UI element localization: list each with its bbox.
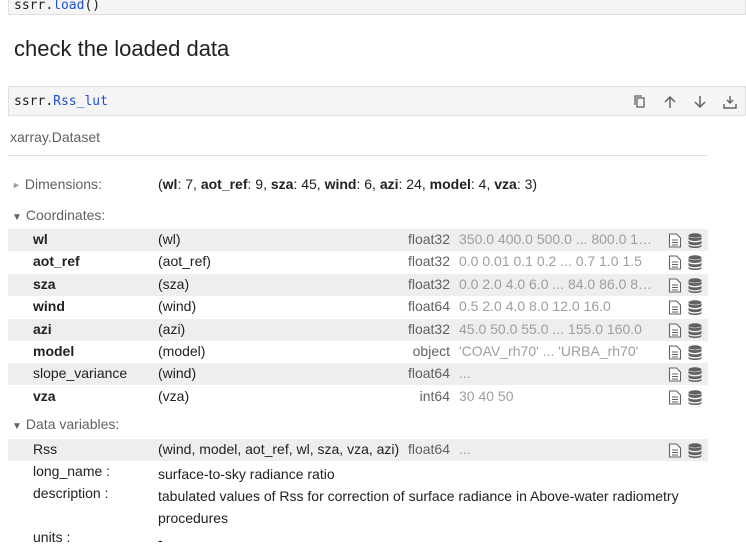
variable-dims: (wl) <box>158 231 181 247</box>
variable-name: aot_ref <box>33 253 80 269</box>
variable-dtype: float64 <box>407 365 450 381</box>
collapse-triangle-icon: ▼ <box>12 212 22 223</box>
show-attributes-icon[interactable] <box>668 300 682 315</box>
variable-preview: ... <box>459 365 471 381</box>
attribute-key: long_name : <box>33 463 111 479</box>
variable-dtype: float32 <box>407 276 450 292</box>
arrow-up-icon[interactable] <box>655 90 685 114</box>
variable-dtype: float32 <box>407 321 450 337</box>
variable-preview: 0.0 0.01 0.1 0.2 ... 0.7 1.0 1.5 <box>459 253 642 269</box>
variable-name: sza <box>33 276 56 292</box>
variable-dims: (wind) <box>158 298 197 314</box>
show-data-icon[interactable] <box>687 232 703 248</box>
variable-name: Rss <box>33 441 58 457</box>
variable-dtype: float32 <box>407 253 450 269</box>
copy-icon[interactable] <box>625 90 655 114</box>
variable-row: Rss (wind, model, aot_ref, wl, sza, vza, … <box>8 439 708 461</box>
variable-name: wl <box>33 231 48 247</box>
dimensions-list: (wl: 7, aot_ref: 9, sza: 45, wind: 6, az… <box>158 176 538 192</box>
variable-name: slope_variance <box>33 365 128 381</box>
variable-dims: (model) <box>158 343 206 359</box>
variable-row: model (model) object 'COAV_rh70' ... 'URBA_… <box>8 341 708 363</box>
variable-row: slope_variance (wind) float64... <box>8 363 708 385</box>
variable-dims: (azi) <box>158 321 186 337</box>
previous-code-text: ssrr.load() <box>14 0 101 13</box>
show-attributes-icon[interactable] <box>668 390 682 405</box>
variable-preview: 30 40 50 <box>459 388 514 404</box>
variable-dims: (vza) <box>158 388 190 404</box>
variable-preview: 45.0 50.0 55.0 ... 155.0 160.0 <box>459 321 642 337</box>
show-attributes-icon[interactable] <box>668 233 682 248</box>
show-data-icon[interactable] <box>687 322 703 338</box>
show-attributes-icon[interactable] <box>668 443 682 458</box>
header-divider <box>8 155 708 156</box>
show-data-icon[interactable] <box>687 389 703 405</box>
show-attributes-icon[interactable] <box>668 278 682 293</box>
variable-dims: (wind) <box>158 365 197 381</box>
coordinates-toggle[interactable]: ▼ Coordinates: <box>12 207 105 223</box>
variable-preview: ... <box>459 441 471 457</box>
variable-name: azi <box>33 321 52 337</box>
variable-dtype: float64 <box>407 441 450 457</box>
variable-row: wind (wind) float64 0.5 2.0 4.0 8.0 12.0 16… <box>8 296 708 318</box>
section-heading: check the loaded data <box>14 36 230 61</box>
variable-preview: 0.5 2.0 4.0 8.0 12.0 16.0 <box>459 298 611 314</box>
variable-dtype: object <box>412 343 450 359</box>
previous-code-cell[interactable]: ssrr.load() <box>8 0 746 15</box>
show-attributes-icon[interactable] <box>668 345 682 360</box>
code-cell[interactable]: ssrr.Rss_lut <box>8 86 746 116</box>
variable-row: aot_ref (aot_ref) float32 0.0 0.01 0.1 0.2 … <box>8 251 708 273</box>
variable-row: sza (sza) float32 0.0 2.0 4.0 6.0 ... 84.0 … <box>8 274 708 296</box>
variable-name: vza <box>33 388 56 404</box>
attribute-value: - <box>158 532 163 548</box>
variable-dtype: int64 <box>419 388 450 404</box>
show-attributes-icon[interactable] <box>668 323 682 338</box>
attribute-value: surface-to-sky radiance ratio <box>158 466 335 482</box>
show-data-icon[interactable] <box>687 254 703 270</box>
variable-row: azi (azi) float32 45.0 50.0 55.0 ... 155.0 … <box>8 319 708 341</box>
code-text[interactable]: ssrr.Rss_lut <box>14 94 108 109</box>
collapse-triangle-icon: ▼ <box>12 421 22 432</box>
attribute-key: description : <box>33 485 109 501</box>
variable-name: model <box>33 343 75 359</box>
variable-name: wind <box>33 298 65 314</box>
variable-dims: (sza) <box>158 276 190 292</box>
dataset-type-label: xarray.Dataset <box>10 129 100 145</box>
variable-row: vza (vza) int64 30 40 50 <box>8 386 708 408</box>
insert-below-icon[interactable] <box>715 90 745 114</box>
expand-triangle-icon: ► <box>12 180 21 190</box>
dimensions-toggle[interactable]: ► Dimensions: <box>12 176 102 192</box>
attribute-value: tabulated values of Rss for correction o… <box>158 488 679 526</box>
show-data-icon[interactable] <box>687 442 703 458</box>
variable-dtype: float64 <box>407 298 450 314</box>
variable-preview: 0.0 2.0 4.0 6.0 ... 84.0 86.0 88.0 <box>459 276 657 292</box>
variable-dtype: float32 <box>407 231 450 247</box>
variable-preview: 'COAV_rh70' ... 'URBA_rh70' <box>459 343 639 359</box>
show-data-icon[interactable] <box>687 299 703 315</box>
variable-dims: (aot_ref) <box>158 253 211 269</box>
show-attributes-icon[interactable] <box>668 367 682 382</box>
arrow-down-icon[interactable] <box>685 90 715 114</box>
cell-toolbar <box>625 90 745 114</box>
show-data-icon[interactable] <box>687 344 703 360</box>
show-attributes-icon[interactable] <box>668 255 682 270</box>
variable-dims: (wind, model, aot_ref, wl, sza, vza, azi… <box>158 441 400 457</box>
variable-row: wl (wl) float32 350.0 400.0 500.0 ... 800.0… <box>8 229 708 251</box>
show-data-icon[interactable] <box>687 366 703 382</box>
attribute-key: units : <box>33 529 71 545</box>
show-data-icon[interactable] <box>687 277 703 293</box>
data-variables-toggle[interactable]: ▼ Data variables: <box>12 416 119 432</box>
variable-preview: 350.0 400.0 500.0 ... 800.0 1… <box>459 231 653 247</box>
